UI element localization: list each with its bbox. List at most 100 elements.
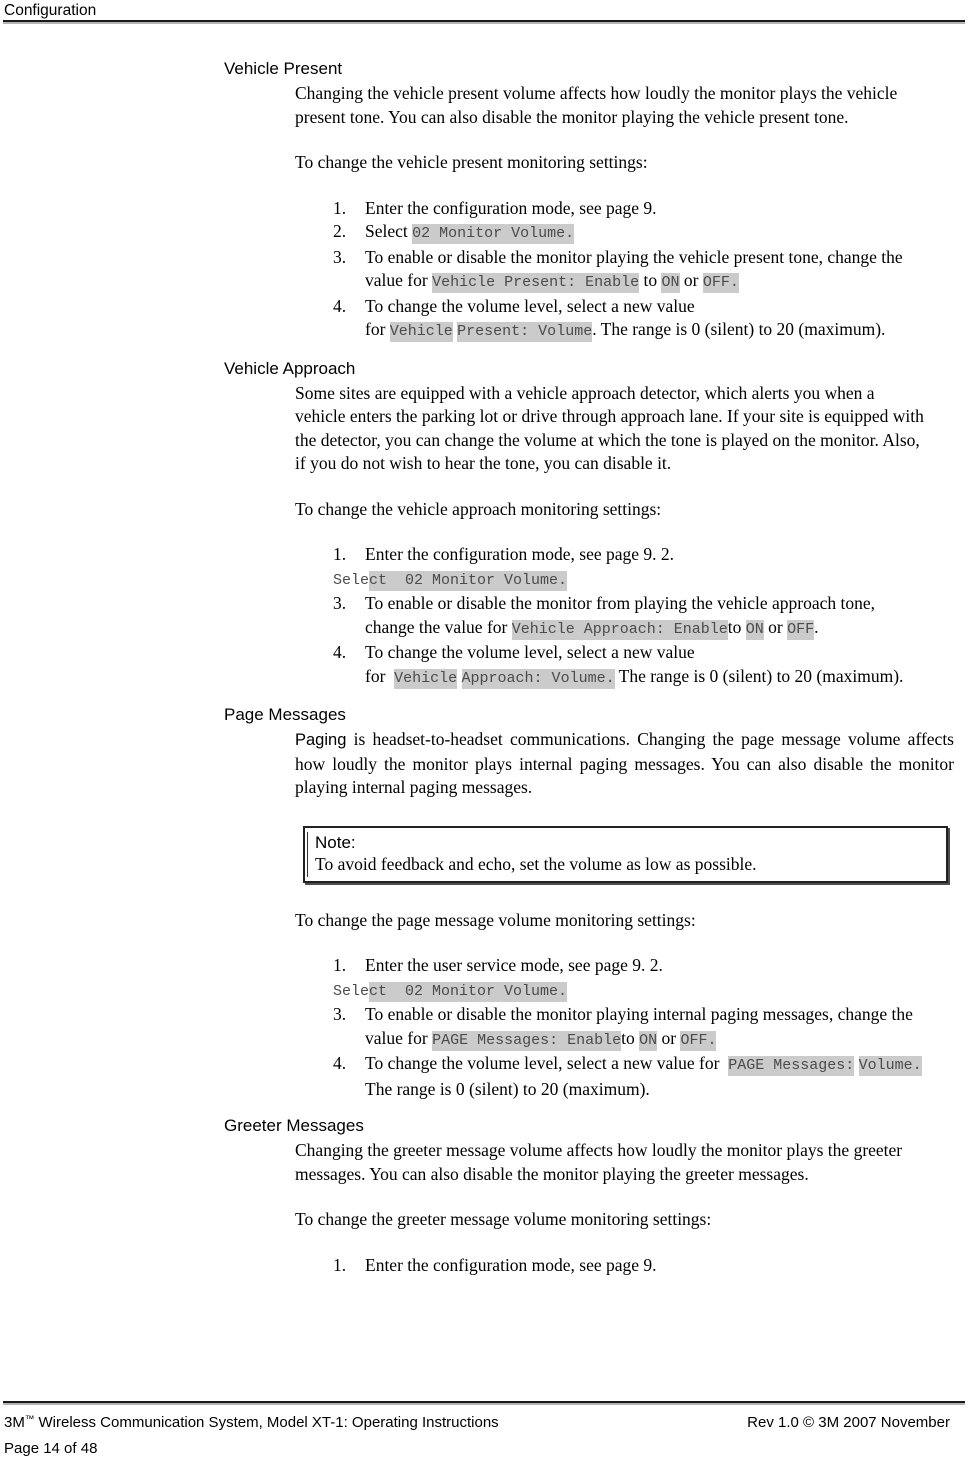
code-span: Volume. <box>858 1056 922 1076</box>
list-number: 4. <box>333 295 347 316</box>
list-text: to <box>643 270 658 290</box>
code-span: PAGE Messages: <box>728 1056 855 1076</box>
list-item: 4. To change the volume level, select a n… <box>0 1052 968 1101</box>
page-header: Configuration <box>0 0 968 24</box>
steps-greeter-messages: 1. Enter the configuration mode, see page… <box>0 1254 968 1278</box>
code-span: Sele <box>333 571 370 589</box>
paragraph-rest: is headset-to-headset communications. Ch… <box>295 729 954 797</box>
list-item: 4. To change the volume level, select a n… <box>0 295 968 344</box>
list-item-continuation: Select 02 Monitor Volume. <box>0 567 968 593</box>
footer-product-text: Wireless Communication System, Model XT-… <box>34 1414 499 1431</box>
footer-divider <box>3 1401 965 1405</box>
section-heading-vehicle-approach: Vehicle Approach <box>224 358 356 378</box>
list-item: 1. Enter the configuration mode, see page… <box>0 197 968 221</box>
list-item: 4. To change the volume level, select a n… <box>0 641 968 690</box>
list-item: 3. To enable or disable the monitor from … <box>0 592 968 641</box>
list-number: 3. <box>333 246 347 267</box>
list-text: . <box>814 616 819 637</box>
footer-brand: 3M <box>4 1414 25 1431</box>
list-text: Enter the configuration mode, see page 9… <box>365 197 657 218</box>
list-text: The range is 0 (silent) to 20 (maximum). <box>365 1078 650 1099</box>
list-number: 2. <box>333 221 347 241</box>
steps-page-messages: 1. Enter the user service mode, see page … <box>0 954 968 1101</box>
code-span: Vehicle Present: Enable <box>432 273 640 293</box>
list-number: 1. <box>333 955 347 975</box>
list-text: Select <box>365 221 408 241</box>
footer-revision: Rev 1.0 © 3M 2007 November <box>747 1414 950 1431</box>
lead-in-vehicle-approach: To change the vehicle approach monitorin… <box>295 498 662 519</box>
code-span: Vehicle <box>394 668 458 689</box>
list-item: 1. Enter the user service mode, see page … <box>0 954 968 978</box>
header-title: Configuration <box>4 2 97 19</box>
list-text: to <box>621 1027 635 1048</box>
code-span: PAGE Messages: Enable <box>432 1030 622 1051</box>
section-paragraph-greeter-messages: Changing the greeter message volume affe… <box>295 1140 903 1184</box>
paging-term: Paging <box>295 731 347 749</box>
code-span: Vehicle Approach: Enable <box>511 619 728 640</box>
list-text: to <box>727 616 742 637</box>
list-number: 1. <box>333 544 347 564</box>
code-span: Sele <box>333 982 370 1000</box>
lead-in-greeter-messages: To change the greeter message volume mon… <box>295 1209 712 1229</box>
code-span: OFF. <box>702 273 739 293</box>
list-text: The range is 0 (silent) to 20 (maximum). <box>614 665 904 686</box>
steps-vehicle-present: 1. Enter the configuration mode, see page… <box>0 197 968 344</box>
list-text: or <box>683 270 699 290</box>
page-footer: 3M™ Wireless Communication System, Model… <box>0 1401 968 1457</box>
code-span: ON <box>639 1030 658 1051</box>
note-text: To avoid feedback and echo, set the volu… <box>315 853 757 874</box>
note-box: Note: To avoid feedback and echo, set th… <box>303 825 948 883</box>
section-heading-page-messages: Page Messages <box>224 705 346 724</box>
list-number: 4. <box>333 642 347 662</box>
list-item-continuation: Select 02 Monitor Volume. <box>0 978 968 1004</box>
list-text: Enter the user service mode, see page 9.… <box>365 955 663 975</box>
code-span: OFF <box>787 619 815 640</box>
footer-page-number: Page 14 of 48 <box>4 1440 98 1457</box>
list-number: 3. <box>333 1004 347 1024</box>
list-text: or <box>661 1027 677 1048</box>
footer-row: 3M™ Wireless Communication System, Model… <box>0 1414 968 1438</box>
code-span: Approach: Volume. <box>461 668 615 689</box>
note-title: Note: <box>315 832 356 852</box>
list-item: 2. Select 02 Monitor Volume. <box>0 220 968 246</box>
code-span: ON <box>661 273 680 293</box>
lead-in-vehicle-present: To change the vehicle present monitoring… <box>295 152 648 172</box>
code-span: ct 02 Monitor Volume. <box>369 570 568 591</box>
code-span: ct 02 Monitor Volume. <box>369 981 568 1002</box>
list-number: 1. <box>333 197 347 218</box>
document-content: Vehicle Present Changing the vehicle pre… <box>0 58 968 1277</box>
list-text: To change the volume level, select a new… <box>365 1053 720 1073</box>
list-item: 1. Enter the configuration mode, see page… <box>0 543 968 567</box>
code-span: 02 Monitor Volume. <box>412 224 575 244</box>
list-text: . The range is 0 (silent) to 20 (maximum… <box>592 319 886 339</box>
steps-vehicle-approach: 1. Enter the configuration mode, see page… <box>0 543 968 690</box>
list-number: 4. <box>333 1053 347 1073</box>
list-item: 3. To enable or disable the monitor playi… <box>0 246 968 295</box>
section-heading-greeter-messages: Greeter Messages <box>224 1116 364 1135</box>
list-text: or <box>768 616 783 637</box>
lead-in-page-messages: To change the page message volume monito… <box>295 909 696 930</box>
code-span: OFF. <box>680 1030 717 1051</box>
list-item: 3. To enable or disable the monitor playi… <box>0 1003 968 1052</box>
list-number: 3. <box>333 593 347 613</box>
section-heading-vehicle-present: Vehicle Present <box>224 59 343 78</box>
code-span: ON <box>745 619 764 640</box>
section-paragraph-page-messages: Paging is headset-to-headset communicati… <box>0 728 968 800</box>
list-text: Enter the configuration mode, see page 9… <box>365 544 675 564</box>
header-divider <box>3 20 965 24</box>
list-text: Enter the configuration mode, see page 9… <box>365 1254 657 1275</box>
code-span: Present: Volume <box>457 322 593 342</box>
trademark-symbol: ™ <box>24 1414 35 1425</box>
code-span: Vehicle <box>389 322 453 342</box>
